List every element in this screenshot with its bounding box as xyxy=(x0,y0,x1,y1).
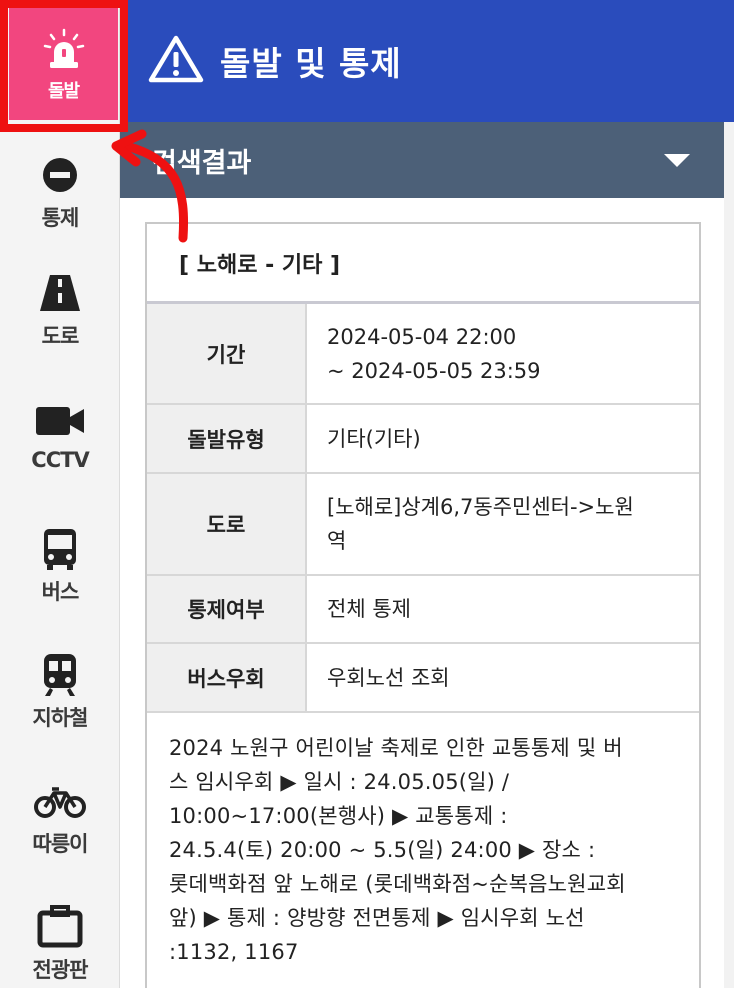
row-value: 전체 통제 xyxy=(307,576,699,642)
info-row-road: 도로 [노해로]상계6,7동주민센터->노원 역 xyxy=(147,474,699,576)
siren-icon xyxy=(34,25,94,75)
subway-icon xyxy=(30,650,90,700)
info-row-period: 기간 2024-05-04 22:00 ~ 2024-05-05 23:59 xyxy=(147,304,699,405)
description-line: 스 임시우회 ▶ 일시 : 24.05.05(일) / xyxy=(169,770,510,794)
row-key: 버스우회 xyxy=(147,644,307,711)
road-line-1: [노해로]상계6,7동주민센터->노원 xyxy=(327,495,634,519)
sidebar-item-label: CCTV xyxy=(31,448,89,472)
description-line: 24.5.4(토) 20:00 ~ 5.5(일) 24:00 ▶ 장소 : xyxy=(169,838,596,862)
warning-icon xyxy=(148,34,204,88)
control-status: 전체 통제 xyxy=(327,597,411,621)
row-key: 통제여부 xyxy=(147,576,307,642)
sidebar-item-bus[interactable]: 버스 xyxy=(0,524,120,606)
period-start: 2024-05-04 22:00 xyxy=(327,324,517,349)
row-key: 도로 xyxy=(147,474,307,574)
sidebar-item-control[interactable]: 통제 xyxy=(0,150,120,232)
incident-type: 기타(기타) xyxy=(327,426,421,451)
sidebar-item-road[interactable]: 도로 xyxy=(0,268,120,350)
description-line: 앞) ▶ 통제 : 양방향 전면통제 ▶ 임시우회 노선 xyxy=(169,906,585,930)
bicycle-icon xyxy=(30,776,90,826)
row-key: 돌발유형 xyxy=(147,405,307,472)
incident-title: [ 노해로 - 기타 ] xyxy=(147,224,699,304)
description-line: 2024 노원구 어린이날 축제로 인한 교통통제 및 버 xyxy=(169,736,623,760)
camera-icon xyxy=(30,396,90,446)
description-line: 롯데백화점 앞 노해로 (롯데백화점~순복음노원교회 xyxy=(169,872,626,896)
row-value: 우회노선 조회 xyxy=(307,644,699,711)
sidebar-item-label: 전광판 xyxy=(32,958,89,982)
description-line: 10:00~17:00(본행사) ▶ 교통통제 : xyxy=(169,804,508,828)
sidebar-item-incident[interactable]: 돌발 xyxy=(9,8,118,120)
road-icon xyxy=(30,268,90,318)
incident-description: 2024 노원구 어린이날 축제로 인한 교통통제 및 버 스 임시우회 ▶ 일… xyxy=(147,713,699,987)
sidebar-item-label: 지하철 xyxy=(32,706,89,730)
bus-icon xyxy=(30,524,90,574)
signboard-icon xyxy=(30,902,90,952)
incident-card: [ 노해로 - 기타 ] 기간 2024-05-04 22:00 ~ 2024-… xyxy=(145,222,701,988)
row-value: [노해로]상계6,7동주민센터->노원 역 xyxy=(307,474,699,574)
sidebar-item-signboard[interactable]: 전광판 xyxy=(0,902,120,984)
period-end: ~ 2024-05-05 23:59 xyxy=(327,358,541,383)
sidebar: 돌발 통제 도로 CCTV 버스 지하철 따릉이 전광판 xyxy=(0,0,120,988)
no-entry-icon xyxy=(30,150,90,200)
info-row-control: 통제여부 전체 통제 xyxy=(147,576,699,644)
sidebar-item-subway[interactable]: 지하철 xyxy=(0,650,120,732)
sidebar-item-label: 통제 xyxy=(41,206,80,230)
search-result-label: 검색결과 xyxy=(152,147,252,179)
description-line: :1132, 1167 xyxy=(169,940,299,964)
sidebar-item-label: 도로 xyxy=(41,324,80,348)
bus-detour-link[interactable]: 우회노선 조회 xyxy=(327,661,679,695)
row-value: 기타(기타) xyxy=(307,405,699,472)
search-result-toggle[interactable]: 검색결과 xyxy=(120,122,724,198)
info-row-type: 돌발유형 기타(기타) xyxy=(147,405,699,474)
sidebar-item-label: 버스 xyxy=(41,580,80,604)
row-value: 2024-05-04 22:00 ~ 2024-05-05 23:59 xyxy=(307,304,699,403)
chevron-down-icon xyxy=(664,154,690,167)
road-line-2: 역 xyxy=(327,529,347,553)
sidebar-item-label: 돌발 xyxy=(47,81,80,102)
row-key: 기간 xyxy=(147,304,307,403)
page-header: 돌발 및 통제 xyxy=(120,0,734,122)
page-title: 돌발 및 통제 xyxy=(220,44,402,83)
sidebar-item-label: 따릉이 xyxy=(32,832,89,856)
sidebar-item-bike[interactable]: 따릉이 xyxy=(0,776,120,858)
sidebar-item-cctv[interactable]: CCTV xyxy=(0,396,120,472)
info-row-bus-detour: 버스우회 우회노선 조회 xyxy=(147,644,699,713)
